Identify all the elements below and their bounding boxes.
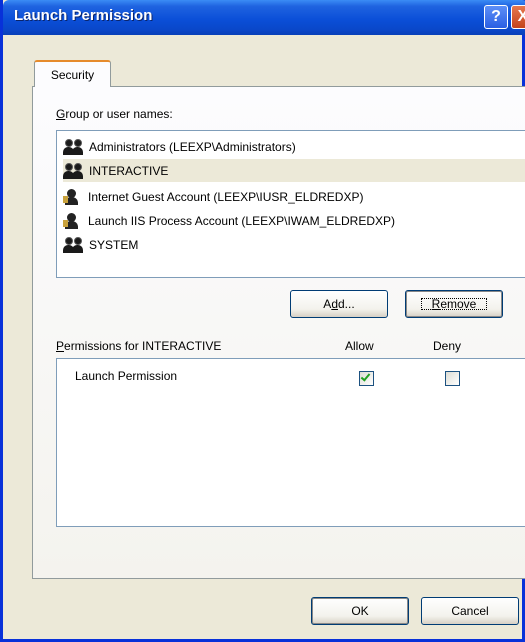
list-item-administrators[interactable]: Administrators (LEEXP\Administrators) — [63, 135, 296, 158]
add-button[interactable]: Ad d... — [290, 290, 388, 318]
tab-security[interactable]: Security — [34, 60, 111, 87]
allow-checkbox[interactable] — [359, 371, 374, 386]
deny-checkbox[interactable] — [445, 371, 460, 386]
window-title: Launch Permission — [14, 7, 153, 24]
group-icon — [63, 236, 85, 254]
ok-button[interactable]: OK — [311, 597, 409, 625]
user-icon — [63, 188, 81, 206]
list-item-launch-iis[interactable]: Launch IIS Process Account (LEEXP\IWAM_E… — [63, 209, 395, 232]
list-item-label: INTERACTIVE — [89, 163, 169, 178]
remove-button[interactable]: Remove — [405, 290, 503, 318]
permission-row-label: Launch Permission — [75, 369, 178, 383]
group-list-label: Group or user names: — [56, 107, 173, 121]
list-item-label: Internet Guest Account (LEEXP\IUSR_ELDRE… — [88, 189, 364, 204]
help-button[interactable]: ? — [484, 5, 508, 29]
title-bar[interactable]: Launch Permission ? X — [3, 0, 525, 35]
list-item-label: Launch IIS Process Account (LEEXP\IWAM_E… — [88, 213, 396, 228]
allow-column-header: Allow — [345, 339, 374, 353]
group-icon — [63, 162, 85, 180]
permissions-listbox: Launch Permission — [56, 358, 525, 527]
close-icon: X — [517, 8, 525, 25]
group-icon — [63, 138, 85, 156]
list-item-system[interactable]: SYSTEM — [63, 233, 138, 256]
checkmark-icon — [360, 371, 371, 382]
close-button[interactable]: X — [511, 5, 525, 29]
list-item-label: Administrators (LEEXP\Administrators) — [89, 139, 296, 154]
help-icon: ? — [491, 8, 501, 25]
group-user-listbox[interactable]: Administrators (LEEXP\Administrators) IN… — [56, 130, 525, 278]
dialog-window: Launch Permission ? X Security Group or … — [0, 0, 525, 642]
list-item-internet-guest[interactable]: Internet Guest Account (LEEXP\IUSR_ELDRE… — [63, 185, 363, 208]
list-item-label: SYSTEM — [89, 237, 139, 252]
deny-column-header: Deny — [433, 339, 462, 353]
tab-security-label: Security — [50, 67, 95, 82]
list-item-interactive[interactable]: INTERACTIVE — [63, 159, 525, 182]
user-icon — [63, 212, 81, 230]
remove-button-focus: Remove — [418, 295, 491, 313]
cancel-button[interactable]: Cancel — [421, 597, 519, 625]
permissions-label: Permissions for INTERACTIVE — [56, 339, 222, 353]
